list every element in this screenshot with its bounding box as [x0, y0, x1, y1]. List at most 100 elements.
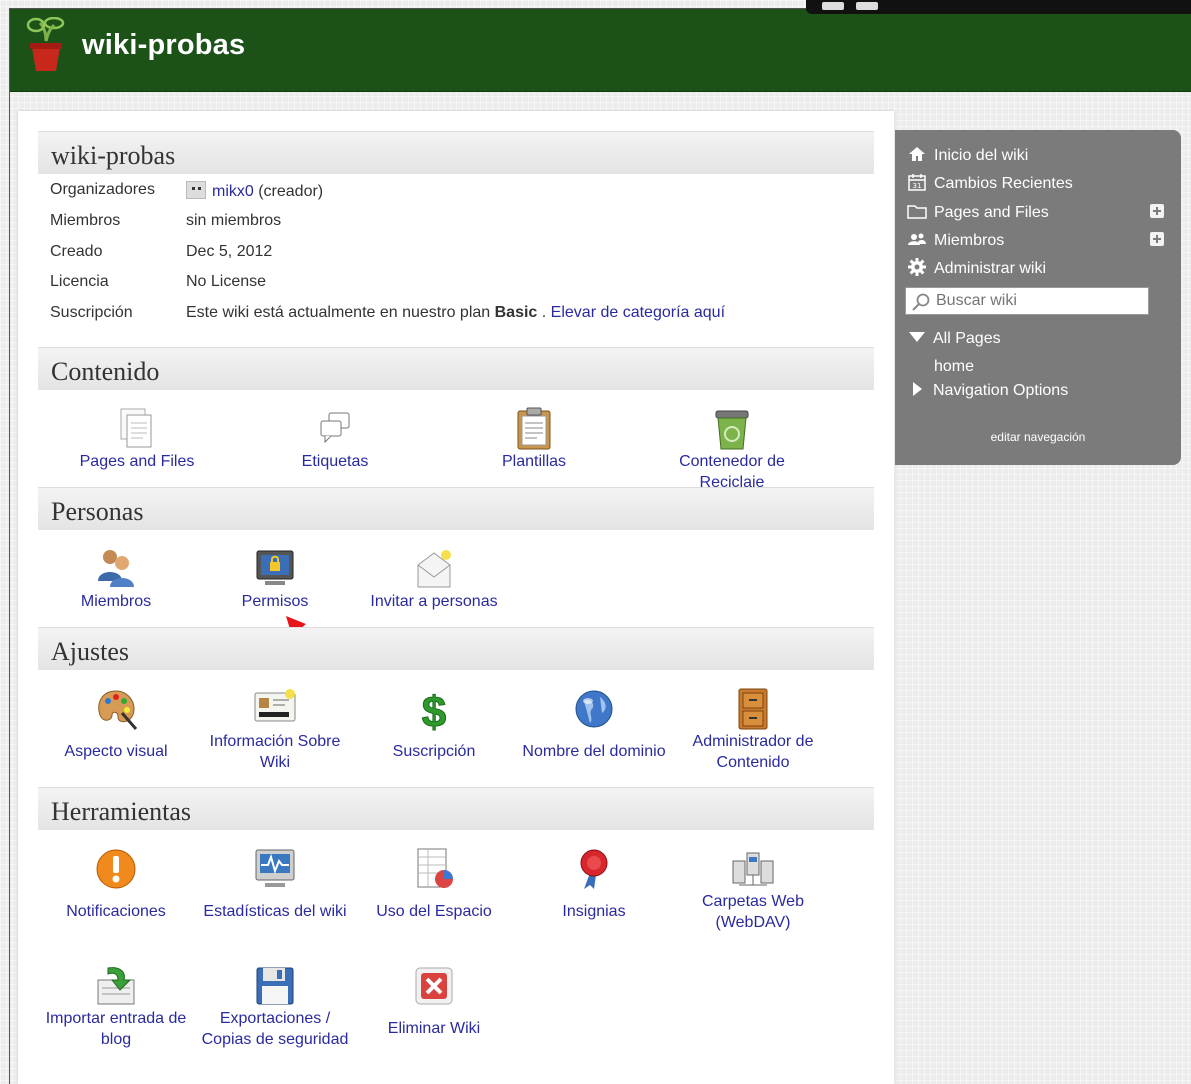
- badges-item[interactable]: Insignias: [514, 847, 674, 922]
- tree-all-pages[interactable]: All Pages: [909, 330, 1001, 348]
- tree-page-home[interactable]: home: [934, 358, 974, 376]
- invite-icon: [417, 550, 451, 588]
- wiki-info-item[interactable]: Información Sobre Wiki: [195, 687, 355, 773]
- notifications-item[interactable]: Notificaciones: [36, 847, 196, 922]
- import-icon: [97, 967, 135, 1005]
- tags-item[interactable]: Etiquetas: [255, 407, 415, 472]
- item-label: Nombre del dominio: [522, 743, 666, 760]
- subscription-text: Este wiki está actualmente en nuestro pl…: [186, 304, 495, 321]
- search-wiki-box[interactable]: [905, 287, 1149, 315]
- domain-name-item[interactable]: Nombre del dominio: [514, 687, 674, 762]
- space-usage-item[interactable]: Uso del Espacio: [354, 847, 514, 922]
- badge-icon: [580, 849, 608, 889]
- tree-label: home: [934, 358, 975, 375]
- palette-icon: [98, 690, 138, 730]
- home-icon: [909, 147, 925, 161]
- nav-item-home[interactable]: Inicio del wiki: [907, 144, 1028, 166]
- section-title: Contenido: [51, 357, 160, 386]
- cabinet-icon: [738, 688, 768, 730]
- delete-wiki-item[interactable]: Eliminar Wiki: [354, 964, 514, 1039]
- item-label: Invitar a personas: [370, 593, 498, 610]
- members-icon: [98, 550, 134, 587]
- wiki-name-heading: wiki-probas: [51, 141, 176, 170]
- info-value: Este wiki está actualmente en nuestro pl…: [186, 304, 725, 322]
- item-label: blog: [100, 1031, 132, 1048]
- wiki-stats-item[interactable]: Estadísticas del wiki: [195, 847, 355, 922]
- topbar-button[interactable]: [822, 2, 844, 10]
- info-label: Licencia: [50, 273, 109, 290]
- item-label: Pages and Files: [79, 453, 195, 470]
- invite-people-item[interactable]: Invitar a personas: [354, 547, 514, 612]
- info-value: No License: [186, 273, 267, 290]
- templates-icon: [517, 407, 551, 450]
- herramientas-section-header: Herramientas: [38, 787, 874, 830]
- upgrade-link[interactable]: Elevar de categoría aquí: [551, 304, 725, 321]
- item-label: Administrador de: [692, 733, 814, 750]
- gear-icon: [908, 258, 926, 276]
- topbar-button[interactable]: [856, 2, 878, 10]
- folder-icon: [907, 205, 927, 219]
- item-label: Insignias: [562, 903, 626, 920]
- nav-item-manage-wiki[interactable]: Administrar wiki: [907, 257, 1046, 279]
- recycle-bin-item[interactable]: Contenedor de Reciclaje: [652, 407, 812, 493]
- avatar[interactable]: [186, 181, 206, 199]
- nav-item-recent-changes[interactable]: 31 Cambios Recientes: [907, 172, 1073, 194]
- item-label: Etiquetas: [301, 453, 369, 470]
- look-and-feel-item[interactable]: Aspecto visual: [36, 687, 196, 762]
- caret-down-icon: [909, 332, 925, 342]
- organizer-role: (creador): [253, 183, 324, 200]
- permissions-item[interactable]: Permisos: [195, 547, 355, 612]
- plant-logo-icon[interactable]: [26, 17, 66, 73]
- section-title: Ajustes: [51, 637, 129, 666]
- item-label: Aspecto visual: [64, 743, 168, 760]
- expand-members-button[interactable]: [1150, 232, 1164, 246]
- nav-item-label: Cambios Recientes: [934, 175, 1073, 192]
- search-input[interactable]: [936, 291, 1141, 311]
- item-label: Plantillas: [501, 453, 567, 470]
- info-value: Dec 5, 2012: [186, 243, 273, 260]
- item-label: Copias de seguridad: [201, 1031, 349, 1048]
- site-title[interactable]: wiki-probas: [82, 29, 245, 62]
- people-icon: [908, 233, 926, 245]
- id-card-icon: [254, 689, 296, 722]
- monitor-stats-icon: [255, 849, 295, 887]
- caret-right-icon: [913, 382, 922, 396]
- members-item[interactable]: Miembros: [36, 547, 196, 612]
- section-title: Personas: [51, 497, 144, 526]
- dollar-icon: $: [421, 688, 446, 732]
- exports-backups-item[interactable]: Exportaciones / Copias de seguridad: [195, 964, 355, 1050]
- ajustes-section-header: Ajustes: [38, 627, 874, 670]
- globe-icon: [575, 690, 613, 728]
- network-folders-icon: [732, 852, 774, 886]
- content-manager-item[interactable]: Administrador de Contenido: [673, 687, 833, 773]
- expand-pages-button[interactable]: [1150, 204, 1164, 218]
- floppy-icon: [256, 967, 294, 1005]
- subscription-item[interactable]: $ Suscripción: [354, 687, 514, 762]
- nav-item-label: Administrar wiki: [934, 260, 1047, 277]
- subscription-separator: .: [537, 304, 551, 321]
- edit-navigation-link[interactable]: editar navegación: [895, 430, 1181, 444]
- svg-text:$: $: [422, 688, 446, 731]
- item-label: Suscripción: [392, 743, 476, 760]
- item-label: Notificaciones: [66, 903, 166, 920]
- calendar-icon: 31: [908, 174, 926, 191]
- section-title: Herramientas: [51, 797, 192, 826]
- nav-item-members[interactable]: Miembros: [907, 229, 1004, 251]
- search-icon: [912, 293, 930, 311]
- info-label: Suscripción: [50, 304, 133, 321]
- item-label: Wiki: [259, 754, 291, 771]
- webdav-item[interactable]: Carpetas Web (WebDAV): [673, 847, 833, 933]
- templates-item[interactable]: Plantillas: [454, 407, 614, 472]
- item-label: Permisos: [241, 593, 309, 610]
- alert-icon: [96, 849, 136, 889]
- frame-border-left: [9, 8, 10, 1084]
- nav-item-label: Pages and Files: [934, 204, 1049, 221]
- item-label: Estadísticas del wiki: [203, 903, 347, 920]
- tree-navigation-options[interactable]: Navigation Options: [913, 382, 1068, 400]
- organizer-user-link[interactable]: mikx0: [212, 183, 254, 200]
- tree-label: Navigation Options: [933, 382, 1069, 399]
- pages-and-files-item[interactable]: Pages and Files: [57, 407, 217, 472]
- import-blog-item[interactable]: Importar entrada de blog: [36, 964, 196, 1050]
- site-header: wiki-probas: [10, 9, 1191, 92]
- nav-item-pages-and-files[interactable]: Pages and Files: [907, 201, 1049, 223]
